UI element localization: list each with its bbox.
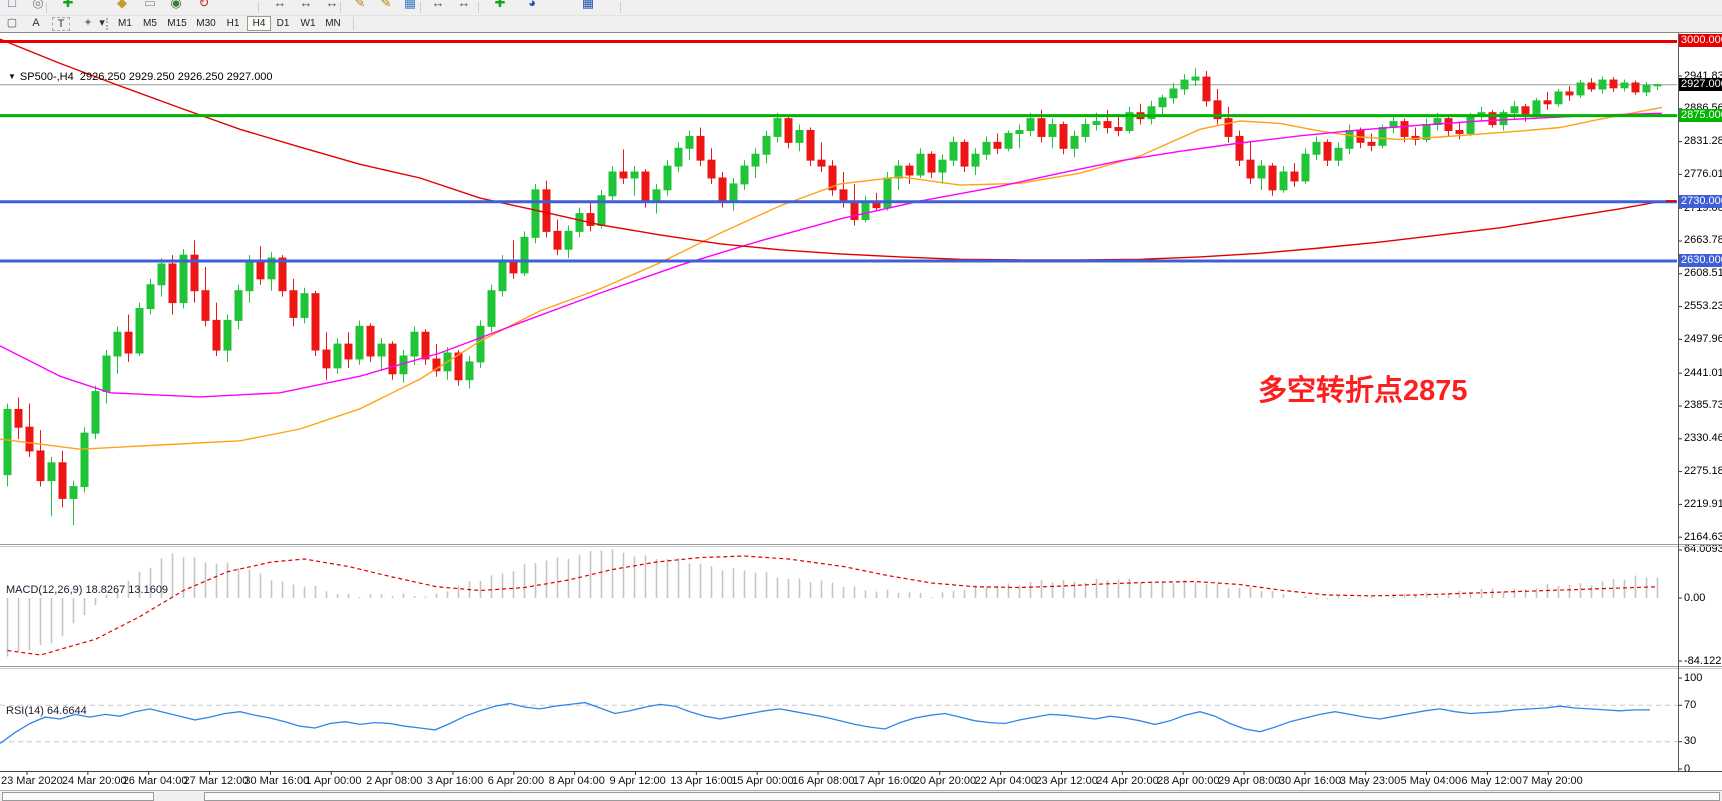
hline-tool-icon[interactable]: ✎ <box>376 0 396 13</box>
toolbar-row-2: ▢AT✦▾M1M5M15M30H1H4D1W1MN <box>0 16 1722 32</box>
ma-magenta-line <box>0 113 1662 397</box>
status-bar-segment-2[interactable] <box>204 792 1720 801</box>
refresh-icon[interactable]: ◕ <box>522 0 542 13</box>
macd-signal-line <box>8 556 1658 655</box>
timeframe-button-h1[interactable]: H1 <box>222 16 244 31</box>
candlesticks-layer <box>4 68 1661 525</box>
timeframe-button-m1[interactable]: M1 <box>114 16 136 31</box>
main-panel-layer <box>0 39 1678 525</box>
chart-plot-svg[interactable] <box>0 33 1722 801</box>
timeframe-button-mn[interactable]: MN <box>322 16 344 31</box>
cursor-tool-icon[interactable]: A <box>26 16 46 32</box>
new-chart-icon[interactable]: ✚ <box>58 0 78 13</box>
profiles-icon[interactable]: ◆ <box>112 0 132 13</box>
timeframe-button-m30[interactable]: M30 <box>193 16 219 31</box>
toolbar-separator <box>420 2 421 13</box>
panel-separator-macd-rsi[interactable] <box>0 666 1722 667</box>
toolbar-grip[interactable] <box>106 18 111 30</box>
toolbar-separator <box>258 2 259 13</box>
price-axis-border[interactable] <box>1678 33 1679 771</box>
toolbar-separator <box>478 2 479 13</box>
rsi-line <box>0 703 1650 744</box>
toolbar-separator <box>353 17 354 30</box>
vline-tool-icon[interactable]: ✎ <box>350 0 370 13</box>
toolbar-edge <box>620 2 621 13</box>
toolbar-separator <box>46 2 47 13</box>
status-bar-segment-1[interactable] <box>2 792 154 801</box>
indicators-icon[interactable]: ▦ <box>400 0 420 13</box>
chart-window-icon[interactable]: □ <box>2 0 22 13</box>
mt4-window: □ ◎ ✚ ◆ ▭ ◉ ↻ ↔ ↔ ↔ ✎ ✎ ▦ ↔ ↔ ✚ ◕ ▦ ▢AT✦▾M1M5M15M30H1H4D1… <box>0 0 1722 801</box>
zoom-out-icon[interactable]: ↔ <box>454 0 474 13</box>
timeframe-button-d1[interactable]: D1 <box>272 16 294 31</box>
toolbar-separator <box>340 2 341 13</box>
terminal-icon[interactable]: ▭ <box>140 0 160 13</box>
timeframe-button-w1[interactable]: W1 <box>297 16 319 31</box>
panel-separator-main-macd[interactable] <box>0 544 1722 545</box>
crosshair-mode-icon[interactable]: ↔ <box>296 0 316 13</box>
strategy-tester-icon[interactable]: ◉ <box>166 0 186 13</box>
hand-mode-icon[interactable]: ↔ <box>322 0 342 13</box>
toolbar-row-1: □ ◎ ✚ ◆ ▭ ◉ ↻ ↔ ↔ ↔ ✎ ✎ ▦ ↔ ↔ ✚ ◕ ▦ <box>0 0 1722 16</box>
status-bar <box>0 790 1722 801</box>
add-indicator-icon[interactable]: ✚ <box>490 0 510 13</box>
panel-separator-macd-rsi-2 <box>0 668 1722 669</box>
time-axis-border <box>0 771 1722 772</box>
ma-red-line <box>0 39 1662 260</box>
chart-area[interactable]: ▼SP500-,H4 2926.250 2929.250 2926.250 29… <box>0 32 1722 791</box>
timeframe-button-h4[interactable]: H4 <box>247 16 271 31</box>
macd-layer <box>8 549 1658 656</box>
zoom-in-icon[interactable]: ↔ <box>428 0 448 13</box>
text-tool-icon[interactable]: T <box>52 17 70 31</box>
timeframe-button-m5[interactable]: M5 <box>139 16 161 31</box>
timeframe-button-m15[interactable]: M15 <box>164 16 190 31</box>
rsi-layer <box>0 703 1678 744</box>
selection-tool-icon[interactable]: ▢ <box>2 16 22 32</box>
autotrading-icon[interactable]: ↻ <box>194 0 214 13</box>
cursor-mode-icon[interactable]: ↔ <box>270 0 290 13</box>
data-window-icon[interactable]: ▦ <box>578 0 598 13</box>
panel-separator-main-macd-2 <box>0 546 1722 547</box>
zoom-icon[interactable]: ◎ <box>28 0 48 13</box>
